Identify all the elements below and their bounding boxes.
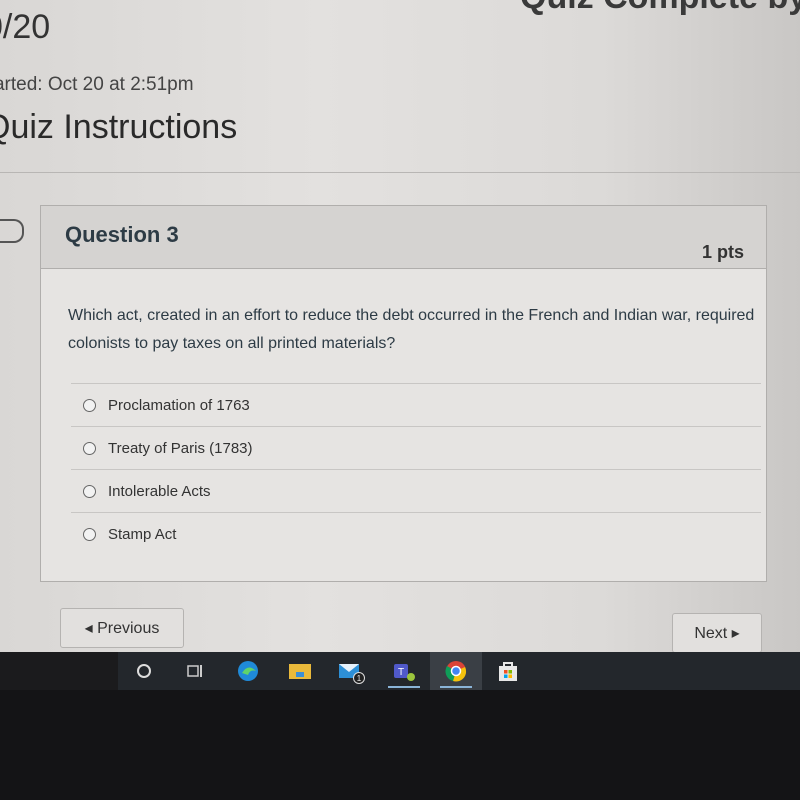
flag-question-icon[interactable] <box>0 219 24 243</box>
teams-icon[interactable]: T <box>378 652 430 690</box>
radio-button[interactable] <box>83 527 96 541</box>
answer-option[interactable]: Stamp Act <box>71 512 761 555</box>
divider <box>0 172 800 173</box>
quiz-instructions-heading: Quiz Instructions <box>0 108 238 146</box>
question-points: 1 pts <box>701 242 744 262</box>
score: 0/20 <box>0 8 51 46</box>
mail-badge: 1 <box>357 674 362 683</box>
answer-label: Treaty of Paris (1783) <box>108 439 253 457</box>
task-view-icon[interactable] <box>170 652 222 690</box>
chrome-icon[interactable] <box>430 652 482 690</box>
answer-option[interactable]: Treaty of Paris (1783) <box>71 426 761 469</box>
answer-option[interactable]: Proclamation of 1763 <box>71 383 761 426</box>
monitor-bezel <box>0 690 800 800</box>
started-timestamp: Started: Oct 20 at 2:51pm <box>0 74 194 95</box>
answer-label: Intolerable Acts <box>108 482 211 500</box>
browser-page: Quiz Complete by 0/20 Started: Oct 20 at… <box>0 0 800 652</box>
question-title: Question 3 <box>65 222 179 247</box>
svg-text:T: T <box>398 667 404 678</box>
question-header: Question 3 1 pts <box>41 206 766 269</box>
quiz-title: Quiz Complete by <box>520 0 800 17</box>
answer-label: Stamp Act <box>108 525 177 543</box>
edge-icon[interactable] <box>222 652 274 690</box>
question-text: Which act, created in an effort to reduc… <box>68 307 755 352</box>
radio-button[interactable] <box>83 398 96 412</box>
file-explorer-icon[interactable] <box>274 652 326 690</box>
next-button[interactable]: Next ▸ <box>672 613 762 652</box>
answer-option[interactable]: Intolerable Acts <box>71 469 761 512</box>
store-icon[interactable] <box>482 652 534 690</box>
previous-button[interactable]: ◂ Previous <box>60 608 184 648</box>
answer-label: Proclamation of 1763 <box>108 396 250 414</box>
question-card: Question 3 1 pts Which act, created in a… <box>40 205 767 582</box>
answer-list: Proclamation of 1763 Treaty of Paris (17… <box>71 383 761 555</box>
taskbar: 1 T <box>118 652 800 690</box>
radio-button[interactable] <box>83 441 96 455</box>
mail-icon[interactable]: 1 <box>326 652 378 690</box>
search-icon[interactable] <box>118 652 170 690</box>
radio-button[interactable] <box>83 484 96 498</box>
